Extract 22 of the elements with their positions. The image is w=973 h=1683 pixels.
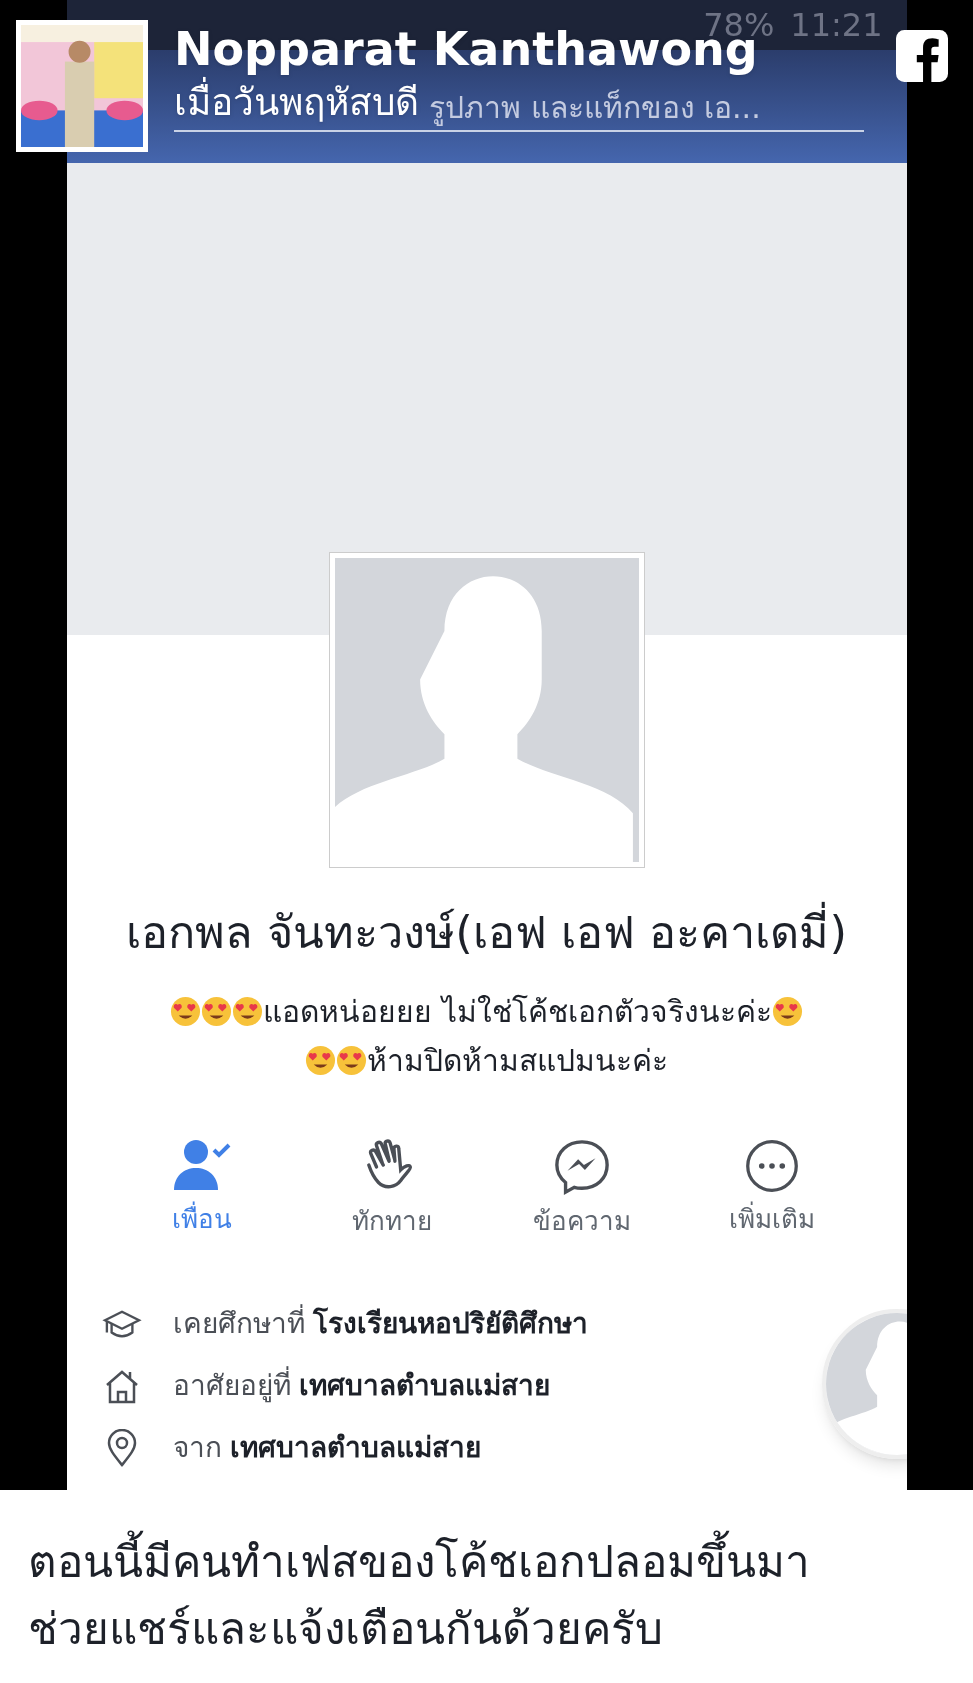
bio-text: แอดหน่อยยย ไม่ใช่โค้ชเอกตัวจริงนะค่ะ [263,993,772,1032]
heart-eyes-emoji-icon [201,996,233,1028]
header-subtitle: รูปภาพ และแท็กของ เอ... [429,88,761,127]
profile-detail-text: อาศัยอยู่ที่ เทศบาลตำบลแม่สาย [172,1365,551,1408]
facebook-logo-icon [896,30,948,82]
profile-action-button[interactable]: ข้อความ [486,1138,677,1242]
messenger-icon [552,1138,611,1197]
profile-action-button[interactable]: ทักทาย [296,1138,487,1242]
profile-action-button[interactable]: เพื่อน [106,1138,297,1242]
profile-action-button[interactable]: เพิ่มเติม [676,1138,867,1242]
heart-eyes-emoji-icon [170,996,202,1028]
caption-text: ช่วยแชร์และแจ้งเตือนกันด้วยครับ [28,1602,664,1656]
heart-eyes-emoji-icon [336,1045,367,1077]
heart-eyes-emoji-icon [305,1045,336,1077]
bio-text: ห้ามปิดห้ามสแปมนะค่ะ [367,1042,668,1081]
clock-time: 11:21 [790,5,883,46]
heart-eyes-emoji-icon [771,996,803,1028]
profile-detail-text: เคยศึกษาที่ โรงเรียนหอปริยัติศึกษา [172,1303,589,1346]
location-pin-icon [105,1429,138,1468]
profile-detail-text: จาก เทศบาลตำบลแม่สาย [172,1430,482,1467]
heart-eyes-emoji-icon [232,996,264,1028]
more-icon [743,1138,800,1195]
